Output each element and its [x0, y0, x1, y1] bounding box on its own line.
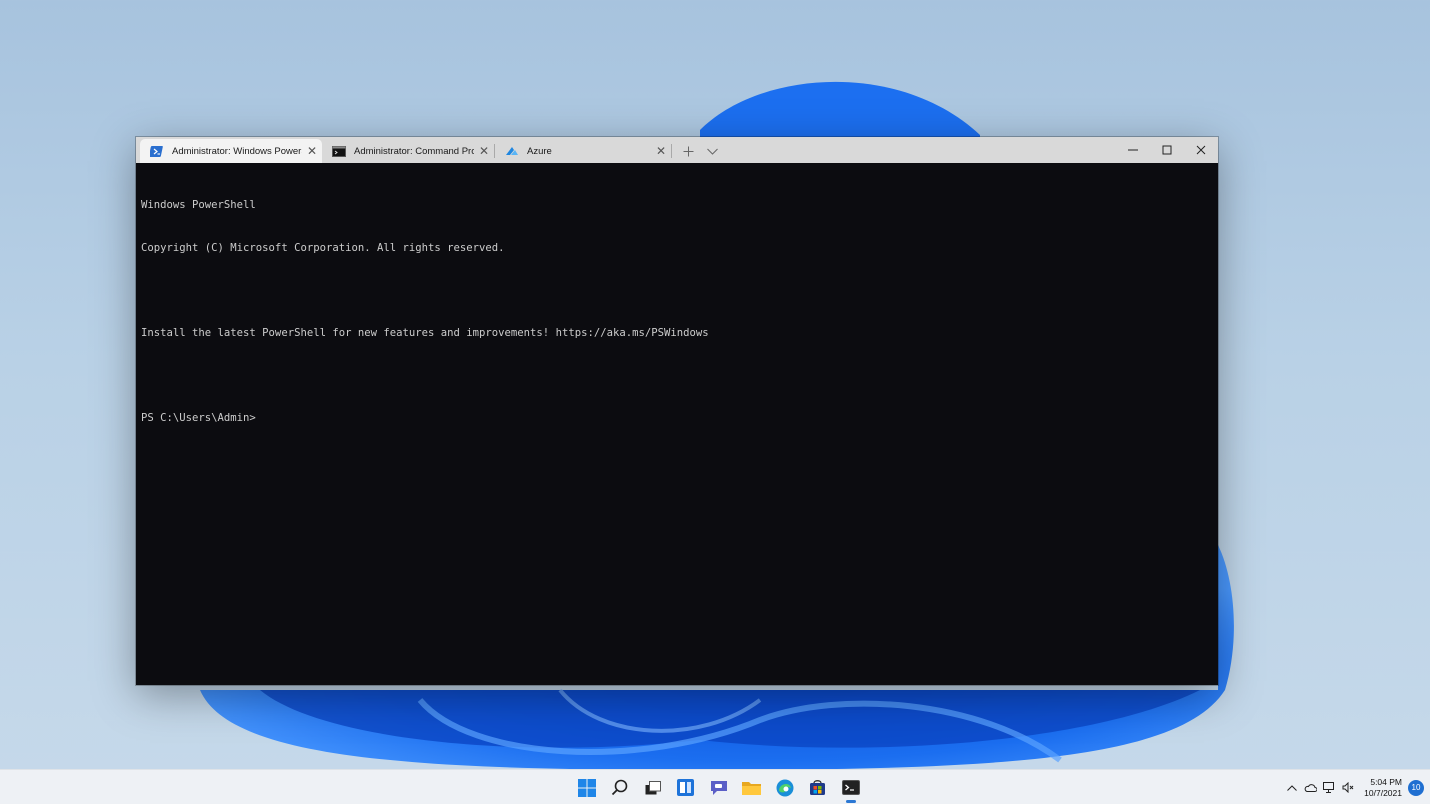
- volume-button[interactable]: [1339, 770, 1358, 804]
- onedrive-button[interactable]: [1301, 770, 1320, 804]
- console-output[interactable]: Windows PowerShell Copyright (C) Microso…: [136, 163, 1218, 685]
- console-line: Windows PowerShell: [141, 199, 256, 212]
- search-button[interactable]: [603, 770, 636, 804]
- chevron-up-icon: [1286, 784, 1297, 791]
- terminal-icon: [841, 780, 860, 795]
- widgets-button[interactable]: [669, 770, 702, 804]
- title-bar[interactable]: Administrator: Windows PowerS ✕ Administ…: [136, 137, 1218, 163]
- powershell-icon: [150, 145, 163, 157]
- teams-chat-icon: [710, 781, 727, 795]
- store-icon: [810, 780, 825, 795]
- close-button[interactable]: [1184, 137, 1218, 163]
- console-prompt[interactable]: PS C:\Users\Admin>: [141, 411, 1213, 425]
- taskbar-apps: [570, 770, 867, 804]
- system-tray: 5:04 PM 10/7/2021 10: [1282, 770, 1430, 804]
- tab-command-prompt[interactable]: Administrator: Command Promp ✕: [322, 139, 494, 163]
- task-view-button[interactable]: [636, 770, 669, 804]
- new-tab-button[interactable]: [676, 139, 700, 163]
- tab-divider: [671, 144, 672, 158]
- terminal-window: Administrator: Windows PowerS ✕ Administ…: [136, 137, 1218, 685]
- close-icon: [1196, 145, 1206, 155]
- widgets-icon: [677, 779, 694, 796]
- taskbar: 5:04 PM 10/7/2021 10: [0, 769, 1430, 804]
- network-button[interactable]: [1320, 770, 1339, 804]
- clock-date: 10/7/2021: [1364, 787, 1402, 798]
- tab-label: Administrator: Windows PowerS: [172, 145, 302, 157]
- command-prompt-icon: [332, 145, 346, 157]
- minimize-icon: [1128, 149, 1138, 151]
- show-hidden-icons-button[interactable]: [1282, 770, 1301, 804]
- start-icon: [577, 778, 596, 797]
- tab-close-button[interactable]: ✕: [474, 144, 494, 158]
- search-icon: [611, 779, 627, 795]
- window-controls: [1116, 137, 1218, 163]
- store-button[interactable]: [801, 770, 834, 804]
- terminal-button[interactable]: [834, 770, 867, 804]
- chat-button[interactable]: [702, 770, 735, 804]
- speaker-muted-icon: [1342, 782, 1354, 793]
- console-line: Copyright (C) Microsoft Corporation. All…: [141, 242, 505, 255]
- clock[interactable]: 5:04 PM 10/7/2021: [1364, 777, 1402, 799]
- azure-icon: [506, 146, 518, 155]
- edge-button[interactable]: [768, 770, 801, 804]
- minimize-button[interactable]: [1116, 137, 1150, 163]
- tab-dropdown-button[interactable]: [700, 139, 724, 163]
- start-button[interactable]: [570, 770, 603, 804]
- running-indicator: [846, 800, 856, 803]
- tab-powershell[interactable]: Administrator: Windows PowerS ✕: [140, 139, 322, 163]
- maximize-button[interactable]: [1150, 137, 1184, 163]
- chevron-down-icon: [706, 148, 718, 155]
- tab-azure[interactable]: Azure ✕: [495, 139, 671, 163]
- maximize-icon: [1162, 145, 1172, 155]
- tab-close-button[interactable]: ✕: [302, 144, 322, 158]
- clock-time: 5:04 PM: [1370, 776, 1402, 787]
- tab-label: Administrator: Command Promp: [354, 145, 474, 157]
- task-view-icon: [645, 780, 661, 794]
- plus-icon: [683, 146, 693, 156]
- file-explorer-button[interactable]: [735, 770, 768, 804]
- tab-close-button[interactable]: ✕: [651, 144, 671, 158]
- console-line: Install the latest PowerShell for new fe…: [141, 327, 709, 340]
- edge-icon: [776, 779, 793, 796]
- tab-label: Azure: [527, 145, 552, 157]
- cloud-icon: [1304, 784, 1318, 792]
- network-icon: [1323, 782, 1335, 793]
- file-explorer-icon: [742, 782, 761, 795]
- notification-badge[interactable]: 10: [1408, 779, 1424, 796]
